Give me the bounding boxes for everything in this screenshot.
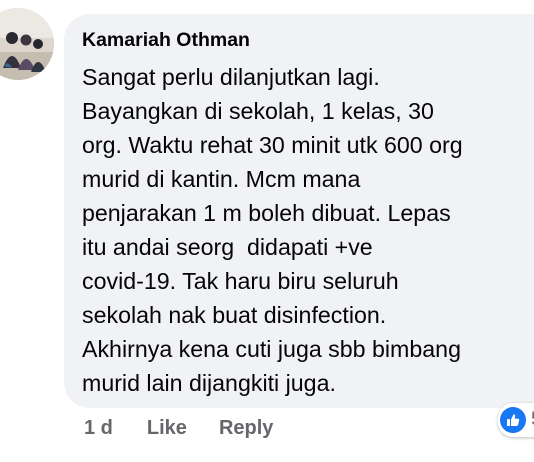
comment-text-line: Akhirnya kena cuti juga sbb bimbang (82, 336, 461, 362)
comment-actions: 1 d Like Reply (84, 412, 273, 444)
comment-timestamp[interactable]: 1 d (84, 417, 113, 440)
reply-button[interactable]: Reply (219, 417, 273, 440)
comment: Kamariah Othman Sangat perlu dilanjutkan… (0, 0, 534, 462)
comment-text-line: murid di kantin. Mcm mana (82, 166, 361, 192)
avatar[interactable] (0, 8, 54, 80)
reaction-summary[interactable]: 5 (498, 403, 534, 437)
comment-text-line: covid-19. Tak haru biru seluruh (82, 268, 399, 294)
comment-text-line: penjarakan 1 m boleh dibuat. Lepas (82, 200, 451, 226)
comment-author[interactable]: Kamariah Othman (82, 29, 250, 52)
profile-photo (0, 8, 54, 80)
comment-text-line: Bayangkan di sekolah, 1 kelas, 30 (82, 98, 434, 124)
comment-text: Sangat perlu dilanjutkan lagi. Bayangkan… (82, 60, 463, 400)
comment-text-line: murid lain dijangkiti juga. (82, 370, 336, 396)
like-button[interactable]: Like (147, 417, 187, 440)
comment-text-line: Sangat perlu dilanjutkan lagi. (82, 64, 380, 90)
comment-text-line: org. Waktu rehat 30 minit utk 600 org (82, 132, 463, 158)
thumbs-up-icon (500, 407, 526, 433)
comment-text-line: sekolah nak buat disinfection. (82, 302, 387, 328)
comment-text-line: itu andai seorg didapati +ve (82, 234, 373, 260)
comment-bubble: Kamariah Othman Sangat perlu dilanjutkan… (64, 14, 534, 408)
